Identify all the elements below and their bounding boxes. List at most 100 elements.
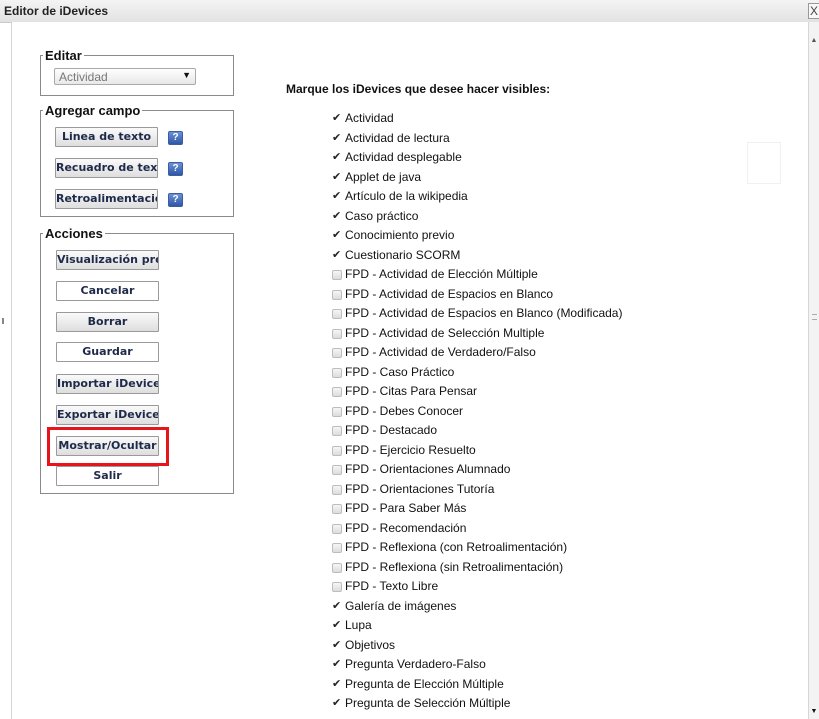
list-item: FPD - Reflexiona (con Retroalimentación) (332, 538, 622, 558)
list-item: Actividad (332, 108, 622, 129)
list-item: Pregunta de Selección Múltiple (332, 693, 622, 714)
cancel-button[interactable]: Cancelar (56, 281, 159, 301)
checkbox[interactable] (332, 367, 342, 378)
page-title: Marque los iDevices que desee hacer visi… (286, 82, 551, 96)
list-item: FPD - Destacado (332, 421, 622, 441)
checkbox[interactable] (332, 426, 342, 436)
chevron-down-icon: ▼ (182, 70, 191, 80)
idevice-label: Conocimiento previo (345, 228, 455, 242)
checkbox[interactable] (332, 245, 342, 265)
checkbox[interactable] (332, 270, 342, 280)
checkbox[interactable] (332, 406, 342, 417)
scroll-down-icon[interactable]: ▼ (809, 707, 819, 717)
checkbox[interactable] (332, 562, 342, 573)
checkbox[interactable] (332, 484, 342, 495)
list-item: FPD - Reflexiona (sin Retroalimentación) (332, 558, 622, 578)
idevice-label: FPD - Actividad de Espacios en Blanco (345, 286, 554, 301)
idevice-label: Pregunta de Elección Múltiple (345, 676, 504, 691)
checkbox[interactable] (332, 206, 342, 226)
scroll-up-icon[interactable]: ▲ (809, 36, 819, 46)
idevice-label: Pregunta Verdadero-Falso (345, 657, 486, 671)
idevice-select[interactable]: Actividad ▼ (54, 68, 196, 85)
checkbox[interactable] (332, 543, 342, 553)
idevice-label: FPD - Orientaciones Alumnado (345, 462, 511, 476)
checkbox[interactable] (332, 167, 342, 187)
scroll-grip-icon[interactable] (812, 314, 817, 320)
list-item: FPD - Recomendación (332, 519, 622, 539)
list-item: Actividad desplegable (332, 147, 622, 168)
checkbox[interactable] (332, 289, 342, 300)
window-titlebar: Editor de iDevices X (0, 0, 819, 23)
checkbox[interactable] (332, 693, 342, 713)
list-item: Applet de java (332, 167, 622, 188)
list-item: Conocimiento previo (332, 225, 622, 246)
vertical-scrollbar[interactable]: ▲ ▼ (808, 22, 819, 719)
checkbox[interactable] (332, 309, 342, 319)
checkbox[interactable] (332, 582, 342, 592)
idevice-select-value: Actividad (59, 70, 108, 84)
idevice-label: Actividad de lectura (345, 130, 450, 145)
idevice-label: FPD - Citas Para Pensar (345, 384, 478, 398)
checkbox[interactable] (332, 186, 342, 206)
editar-legend: Editar (45, 48, 82, 63)
idevice-label: Applet de java (345, 169, 422, 184)
list-item: Caso práctico (332, 206, 622, 227)
idevice-label: FPD - Reflexiona (con Retroalimentación) (345, 540, 568, 554)
checkbox[interactable] (332, 445, 342, 456)
import-idevices-button[interactable]: Importar iDevices (56, 374, 159, 394)
agregar-campo-legend: Agregar campo (45, 103, 141, 118)
add-feedback-button[interactable]: Retroalimentación (55, 189, 158, 209)
close-icon[interactable]: X (808, 3, 819, 19)
list-item: FPD - Actividad de Verdadero/Falso (332, 343, 622, 363)
checkbox[interactable] (332, 348, 342, 358)
list-item: Lupa (332, 615, 622, 636)
checkbox[interactable] (332, 387, 342, 397)
list-item: FPD - Para Saber Más (332, 499, 622, 519)
list-item: FPD - Citas Para Pensar (332, 382, 622, 402)
delete-button[interactable]: Borrar (56, 312, 159, 332)
checkbox[interactable] (332, 674, 342, 694)
add-text-box-button[interactable]: Recuadro de texto (55, 158, 158, 178)
idevice-label: FPD - Debes Conocer (345, 403, 464, 418)
idevice-label: Artículo de la wikipedia (345, 189, 468, 203)
idevice-label: FPD - Recomendación (345, 520, 467, 535)
list-item: FPD - Actividad de Espacios en Blanco (332, 285, 622, 305)
checkbox[interactable] (332, 128, 342, 148)
list-item: FPD - Actividad de Espacios en Blanco (M… (332, 304, 622, 324)
list-item: FPD - Ejercicio Resuelto (332, 441, 622, 461)
list-item: FPD - Actividad de Selección Multiple (332, 324, 622, 344)
list-item: FPD - Orientaciones Alumnado (332, 460, 622, 480)
add-text-line-button[interactable]: Linea de texto (55, 127, 158, 147)
checkbox[interactable] (332, 108, 342, 128)
export-idevices-button[interactable]: Exportar iDevices (56, 405, 159, 425)
list-item: Actividad de lectura (332, 128, 622, 149)
exit-button[interactable]: Salir (56, 466, 159, 486)
checkbox[interactable] (332, 147, 342, 167)
idevice-label: FPD - Actividad de Selección Multiple (345, 325, 545, 340)
checkbox[interactable] (332, 596, 342, 616)
list-item: Pregunta Verdadero-Falso (332, 654, 622, 675)
resize-grip[interactable] (2, 318, 4, 324)
checkbox[interactable] (332, 654, 342, 674)
window-title: Editor de iDevices (4, 4, 109, 18)
checkbox[interactable] (332, 225, 342, 245)
idevice-label: Objetivos (345, 637, 396, 652)
checkbox[interactable] (332, 635, 342, 655)
checkbox[interactable] (332, 328, 342, 339)
idevice-label: FPD - Ejercicio Resuelto (345, 442, 476, 457)
checkbox[interactable] (332, 615, 342, 635)
help-icon[interactable]: ? (168, 162, 183, 176)
help-icon[interactable]: ? (168, 193, 183, 207)
save-button[interactable]: Guardar (56, 342, 159, 362)
preview-button[interactable]: Visualización previa (56, 250, 159, 270)
list-item: Galería de imágenes (332, 596, 622, 617)
idevice-label: Caso práctico (345, 208, 419, 223)
checkbox[interactable] (332, 504, 342, 514)
idevice-label: FPD - Actividad de Verdadero/Falso (345, 345, 536, 359)
list-item: FPD - Caso Práctico (332, 363, 622, 383)
idevice-label: FPD - Reflexiona (sin Retroalimentación) (345, 559, 564, 574)
checkbox[interactable] (332, 465, 342, 475)
blank-panel (747, 142, 781, 184)
checkbox[interactable] (332, 523, 342, 534)
help-icon[interactable]: ? (168, 131, 183, 145)
